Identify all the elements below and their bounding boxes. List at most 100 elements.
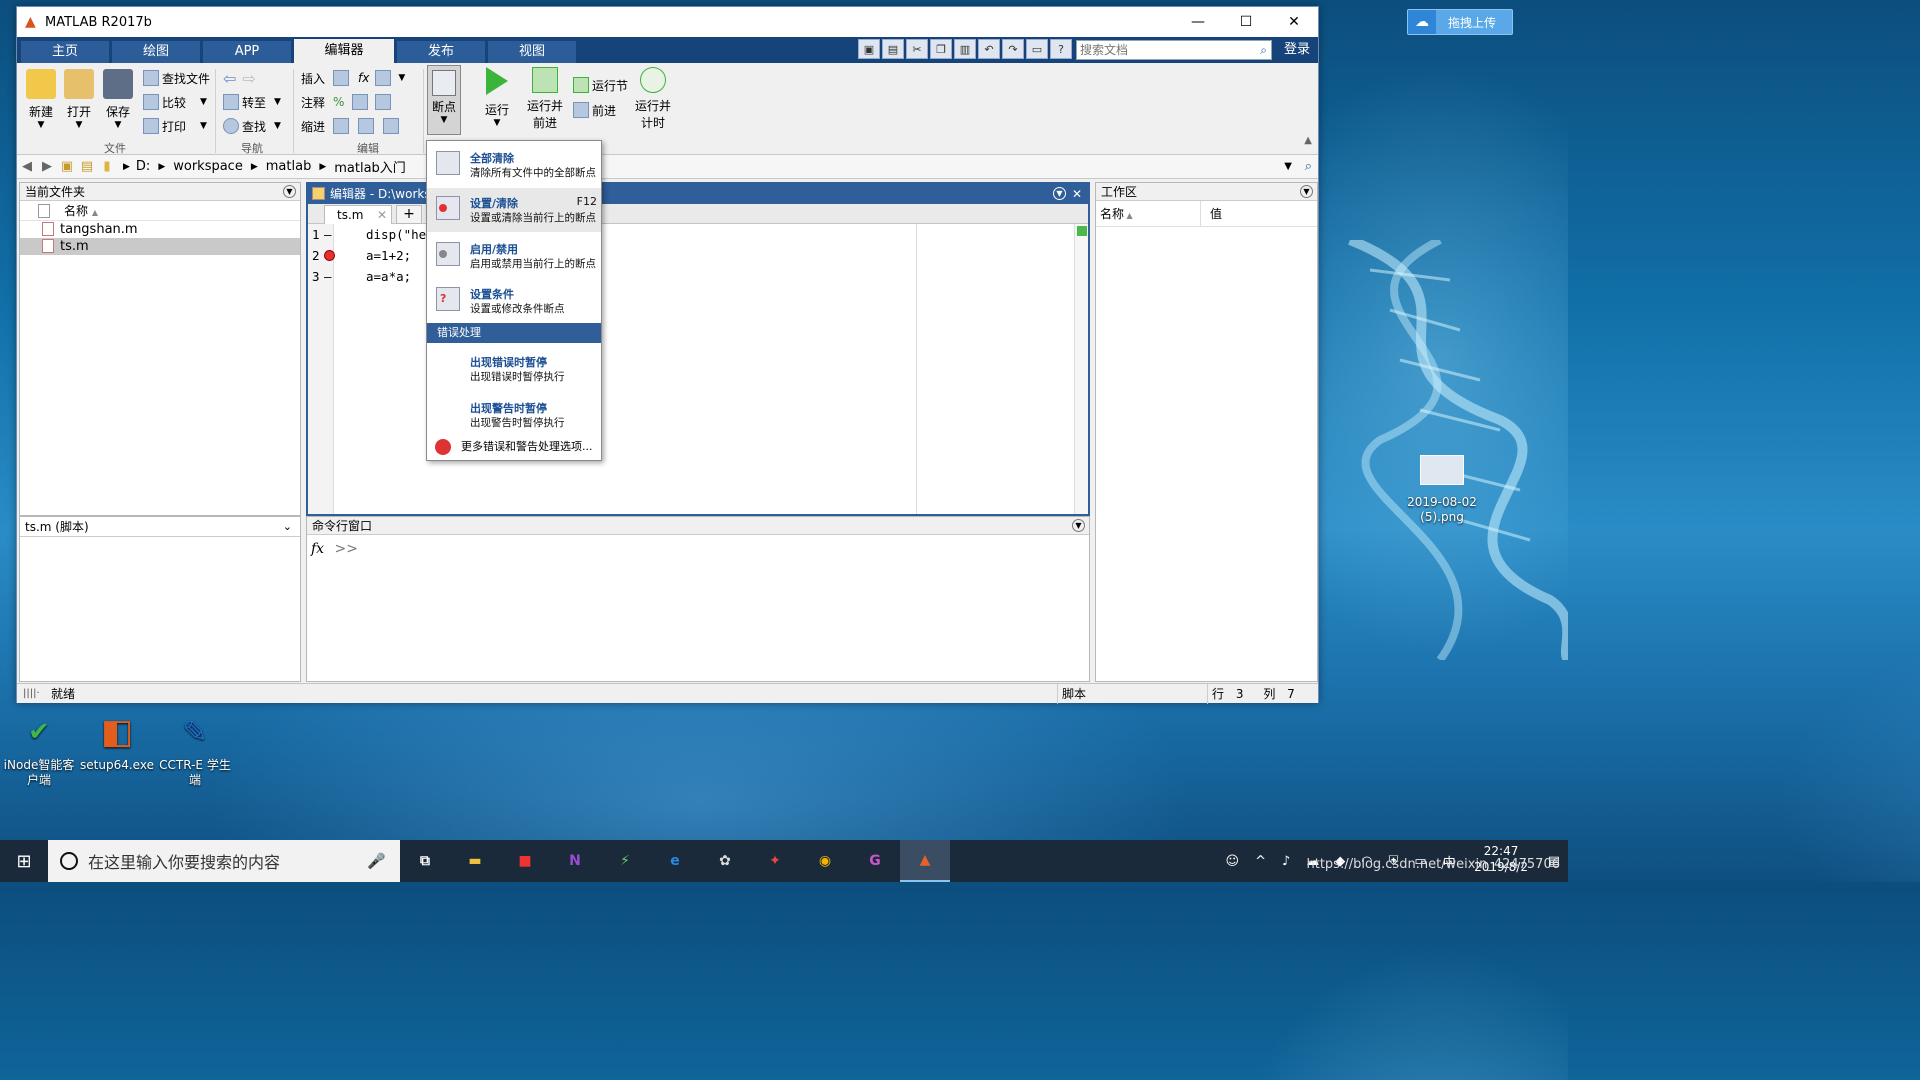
switch-windows-icon[interactable]: ▭ — [1026, 39, 1048, 59]
taskbar-edge[interactable]: e — [650, 840, 700, 882]
search-docs-input[interactable]: 搜索文档 ⌕ — [1076, 40, 1272, 60]
people-icon[interactable]: ☺ — [1226, 854, 1240, 869]
collapse-ribbon-icon[interactable]: ▲ — [1304, 135, 1312, 146]
help-icon[interactable]: ? — [1050, 39, 1072, 59]
editor-tab-ts[interactable]: ts.m ✕ — [324, 205, 392, 224]
path-segment[interactable]: matlab — [266, 159, 312, 174]
fx-icon[interactable]: fx — [311, 541, 324, 557]
taskbar-app-xmind[interactable]: ✦ — [750, 840, 800, 882]
redo-icon[interactable]: ↷ — [1002, 39, 1024, 59]
taskbar-app-paint[interactable]: ✿ — [700, 840, 750, 882]
taskbar-onenote[interactable]: N — [550, 840, 600, 882]
code-line[interactable]: 3 — a=a*a; — [308, 266, 908, 287]
path-segment[interactable]: workspace — [173, 159, 243, 174]
code-line[interactable]: 2 a=1+2; — [308, 245, 908, 266]
menu-item-more-options[interactable]: 更多错误和警告处理选项... — [427, 437, 601, 457]
new-tab-button[interactable]: + — [396, 205, 422, 224]
workspace-col-value[interactable]: 值 — [1210, 201, 1222, 227]
new-button[interactable]: 新建 ▼ — [21, 63, 61, 130]
cut-icon[interactable]: ✂ — [906, 39, 928, 59]
taskbar-pdf[interactable]: G — [850, 840, 900, 882]
comment-button[interactable]: 注释% — [301, 92, 394, 112]
save-icon[interactable]: ▤ — [882, 39, 904, 59]
chevron-down-icon[interactable]: ⌄ — [283, 517, 292, 537]
paste-icon[interactable]: ▥ — [954, 39, 976, 59]
path-segment[interactable]: D: — [136, 159, 150, 174]
desktop-icon-setup64[interactable]: ◧ setup64.exe — [78, 710, 156, 773]
command-prompt-row[interactable]: fx >> — [311, 541, 358, 557]
run-and-advance-button[interactable]: 运行并 前进 — [523, 63, 567, 131]
desktop-png-file[interactable]: 2019-08-02 (5).png — [1404, 455, 1480, 525]
compare-button[interactable]: 比较 ▼ — [143, 92, 207, 112]
find-button[interactable]: 查找 ▼ — [223, 116, 281, 136]
menu-item-enable-disable[interactable]: 启用/禁用 启用或禁用当前行上的断点 — [427, 234, 601, 278]
task-view-button[interactable]: ⧉ — [400, 840, 450, 882]
taskbar-app-dev[interactable]: ⚡ — [600, 840, 650, 882]
taskbar-chrome[interactable]: ◉ — [800, 840, 850, 882]
workspace-col-name[interactable]: 名称 ▲ — [1100, 201, 1133, 229]
copy-icon[interactable]: ❐ — [930, 39, 952, 59]
microphone-icon[interactable]: 🎤 — [367, 852, 386, 870]
tab-publish[interactable]: 发布 — [397, 41, 485, 63]
desktop-icon-cctr[interactable]: ✎ CCTR-E 学生端 — [156, 710, 234, 788]
minimize-button[interactable]: — — [1174, 7, 1222, 37]
search-folder-icon[interactable]: ⌕ — [1305, 159, 1312, 174]
back-arrow-icon[interactable]: ◀ — [17, 159, 37, 174]
file-item[interactable]: tangshan.m — [20, 221, 300, 238]
editor-scrollbar[interactable] — [1074, 224, 1088, 514]
back-forward-buttons[interactable]: ⇦ ⇨ — [223, 68, 256, 88]
volume-icon[interactable]: ♪ — [1282, 854, 1290, 869]
tab-home[interactable]: 主页 — [21, 41, 109, 63]
print-button[interactable]: 打印 ▼ — [143, 116, 207, 136]
taskbar-search-box[interactable]: 在这里输入你要搜索的内容 🎤 — [48, 840, 400, 882]
taskbar-file-explorer[interactable]: ▬ — [450, 840, 500, 882]
undo-icon[interactable]: ↶ — [978, 39, 1000, 59]
chevron-down-icon[interactable]: ▼ — [1284, 161, 1292, 172]
column-header-name[interactable]: 名称 ▲ — [20, 201, 300, 221]
run-button[interactable]: 运行 ▼ — [475, 63, 519, 128]
tab-plots[interactable]: 绘图 — [112, 41, 200, 63]
menu-item-pause-on-errors[interactable]: 出现错误时暂停 出现错误时暂停执行 — [427, 347, 601, 391]
breakpoint-icon[interactable] — [324, 250, 335, 261]
panel-menu-icon[interactable]: ▼ — [283, 185, 296, 198]
up-folder-icon[interactable]: ▣ — [57, 159, 77, 174]
menu-item-set-condition[interactable]: ? 设置条件 设置或修改条件断点 — [427, 279, 601, 323]
find-files-button[interactable]: 查找文件 — [143, 68, 210, 88]
breakpoints-button[interactable]: 断点 ▼ — [427, 65, 461, 135]
taskbar-matlab[interactable]: ▲ — [900, 840, 950, 882]
save-button[interactable]: 保存 ▼ — [98, 63, 138, 130]
panel-menu-icon[interactable]: ▼ — [1072, 519, 1085, 532]
taskbar-app-youdao[interactable]: ■ — [500, 840, 550, 882]
close-editor-icon[interactable]: ✕ — [1072, 184, 1082, 204]
start-button[interactable]: ⊞ — [0, 840, 48, 882]
open-button[interactable]: 打开 ▼ — [59, 63, 99, 130]
tab-apps[interactable]: APP — [203, 41, 291, 63]
desktop-icon-inode[interactable]: ✔ iNode智能客户端 — [0, 710, 78, 788]
shortcut-icon[interactable]: ▣ — [858, 39, 880, 59]
path-segment[interactable]: matlab入门 — [334, 157, 406, 176]
menu-item-clear-all[interactable]: 全部清除 清除所有文件中的全部断点 — [427, 143, 601, 187]
search-icon[interactable]: ⌕ — [1260, 41, 1267, 59]
chevron-up-icon[interactable]: ^ — [1255, 854, 1266, 869]
browse-folder-icon[interactable]: ▤ — [77, 159, 97, 174]
file-item-selected[interactable]: ts.m — [20, 238, 300, 255]
close-tab-icon[interactable]: ✕ — [377, 206, 387, 224]
maximize-button[interactable]: ☐ — [1222, 7, 1270, 37]
editor-menu-icon[interactable]: ▼ — [1053, 187, 1066, 200]
drag-upload-button[interactable]: ☁ 拖拽上传 — [1407, 9, 1513, 35]
run-section-button[interactable]: 运行节 — [573, 75, 628, 95]
goto-button[interactable]: 转至 ▼ — [223, 92, 281, 112]
details-header[interactable]: ts.m (脚本) ⌄ — [20, 517, 300, 537]
forward-arrow-icon[interactable]: ▶ — [37, 159, 57, 174]
run-and-time-button[interactable]: 运行并 计时 — [629, 63, 677, 131]
close-button[interactable]: ✕ — [1270, 7, 1318, 37]
tab-editor[interactable]: 编辑器 — [294, 39, 394, 63]
login-link[interactable]: 登录 — [1284, 40, 1310, 60]
insert-button[interactable]: 插入 fx ▼ — [301, 68, 405, 88]
menu-item-set-clear[interactable]: 设置/清除 F12 设置或清除当前行上的断点 — [427, 188, 601, 232]
indent-button[interactable]: 缩进 — [301, 116, 402, 136]
menu-item-pause-on-warnings[interactable]: 出现警告时暂停 出现警告时暂停执行 — [427, 393, 601, 437]
advance-button[interactable]: 前进 — [573, 100, 616, 120]
panel-menu-icon[interactable]: ▼ — [1300, 185, 1313, 198]
code-line[interactable]: 1 — disp("hel — [308, 224, 908, 245]
